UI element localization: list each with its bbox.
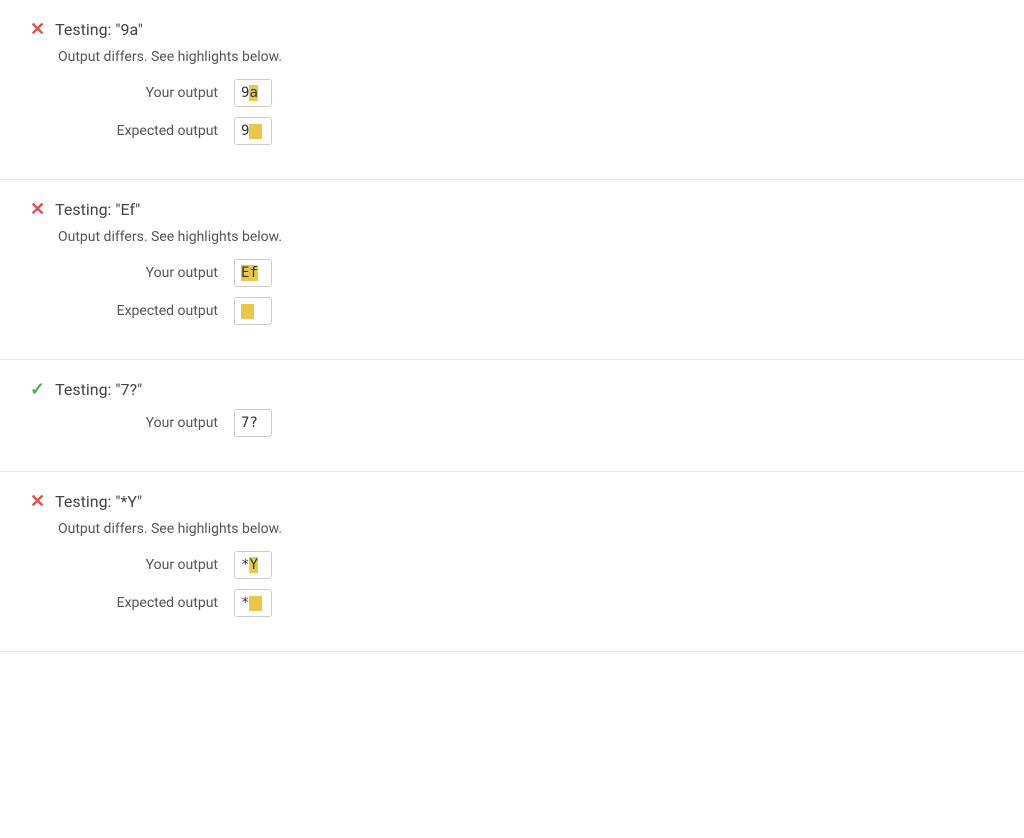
diff-message: Output differs. See highlights below. — [58, 229, 994, 245]
test-section-test-9a: ✕ Testing: "9a" Output differs. See high… — [0, 0, 1024, 180]
test-title: Testing: "Ef" — [55, 200, 140, 219]
test-title: Testing: "7?" — [55, 380, 142, 399]
your-output-value: *Y — [234, 551, 272, 579]
char: a — [249, 85, 257, 101]
expected-output-value: * — [234, 589, 272, 617]
expected-output-label: Expected output — [58, 123, 218, 139]
expected-output-label: Expected output — [58, 303, 218, 319]
expected-output-value — [234, 297, 272, 325]
status-icon-fail: ✕ — [30, 21, 45, 39]
your-output-row: Your output 7? — [58, 409, 994, 437]
char-block — [249, 596, 262, 611]
your-output-label: Your output — [58, 265, 218, 281]
your-output-value: 7? — [234, 409, 272, 437]
expected-output-label: Expected output — [58, 595, 218, 611]
test-header: ✕ Testing: "*Y" — [30, 492, 994, 511]
your-output-value: Ef — [234, 259, 272, 287]
status-icon-fail: ✕ — [30, 201, 45, 219]
expected-output-row: Expected output — [58, 297, 994, 325]
char: 9 — [241, 123, 249, 139]
char: * — [241, 557, 249, 573]
char: E — [241, 265, 249, 281]
char: 9 — [241, 85, 249, 101]
status-icon-fail: ✕ — [30, 493, 45, 511]
your-output-row: Your output *Y — [58, 551, 994, 579]
char: f — [249, 265, 257, 281]
expected-output-row: Expected output * — [58, 589, 994, 617]
char-block — [241, 304, 254, 319]
test-section-test-7q: ✓ Testing: "7?" Your output 7? — [0, 360, 1024, 472]
your-output-row: Your output 9a — [58, 79, 994, 107]
your-output-value: 9a — [234, 79, 272, 107]
test-title: Testing: "9a" — [55, 20, 143, 39]
your-output-row: Your output Ef — [58, 259, 994, 287]
test-section-test-stY: ✕ Testing: "*Y" Output differs. See high… — [0, 472, 1024, 652]
char: * — [241, 595, 249, 611]
test-section-test-Ef: ✕ Testing: "Ef" Output differs. See high… — [0, 180, 1024, 360]
your-output-label: Your output — [58, 85, 218, 101]
your-output-label: Your output — [58, 415, 218, 431]
test-header: ✕ Testing: "9a" — [30, 20, 994, 39]
char: 7 — [241, 415, 249, 431]
status-icon-pass: ✓ — [30, 381, 45, 399]
your-output-label: Your output — [58, 557, 218, 573]
test-header: ✓ Testing: "7?" — [30, 380, 994, 399]
diff-message: Output differs. See highlights below. — [58, 521, 994, 537]
char: Y — [249, 557, 257, 573]
char-block — [249, 124, 262, 139]
expected-output-row: Expected output 9 — [58, 117, 994, 145]
expected-output-value: 9 — [234, 117, 272, 145]
test-title: Testing: "*Y" — [55, 492, 142, 511]
diff-message: Output differs. See highlights below. — [58, 49, 994, 65]
char: ? — [249, 415, 257, 431]
test-header: ✕ Testing: "Ef" — [30, 200, 994, 219]
